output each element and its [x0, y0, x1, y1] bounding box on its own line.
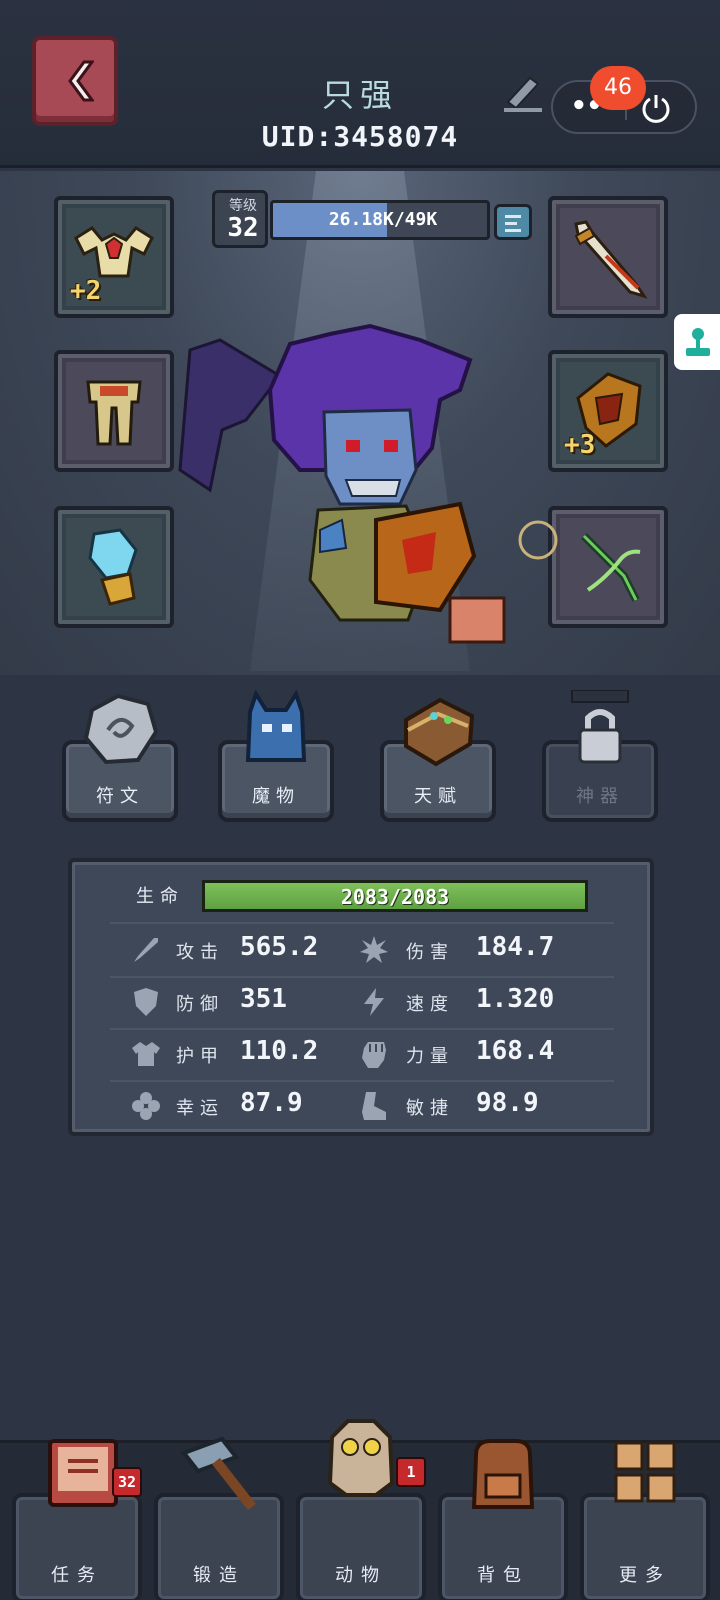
equipment-slot-legs[interactable]	[54, 350, 174, 472]
equipment-slot-helmet[interactable]: +3	[548, 350, 668, 472]
edit-name-icon[interactable]	[500, 68, 546, 114]
tab-label: 符文	[96, 786, 144, 807]
nav-label: 背包	[477, 1565, 529, 1586]
player-uid: UID:3458074	[261, 120, 459, 153]
stat-luck-label: 幸运	[176, 1098, 224, 1119]
grid-more-icon	[614, 1441, 676, 1503]
stat-agility-value: 98.9	[476, 1088, 539, 1118]
crossbow-icon	[581, 533, 641, 602]
upgrade-level: +3	[564, 430, 596, 460]
crystal-gauntlet-icon	[88, 528, 138, 606]
boot-icon	[362, 1092, 386, 1120]
stat-attack-label: 攻击	[176, 942, 224, 963]
stat-attack-value: 565.2	[240, 932, 319, 962]
level-label: 等级	[229, 198, 257, 214]
notification-badge: 46	[590, 66, 646, 110]
row-divider	[110, 976, 614, 978]
row-divider	[110, 922, 614, 924]
side-floating-button[interactable]	[674, 314, 720, 370]
stat-agility-label: 敏捷	[406, 1098, 454, 1119]
stat-defense-value: 351	[240, 984, 287, 1014]
lock-icon	[571, 690, 629, 764]
shield-icon	[134, 988, 158, 1016]
level-details-button[interactable]	[494, 204, 532, 240]
stats-panel: 生命 2083/2083 攻击 565.2 伤害 184.7 防御 351 速度…	[68, 858, 654, 1136]
menu-line	[505, 229, 521, 232]
stat-defense-label: 防御	[176, 994, 224, 1015]
stat-damage-value: 184.7	[476, 932, 555, 962]
hp-text: 2083/2083	[340, 885, 450, 909]
equipment-slot-weapon[interactable]	[548, 196, 668, 318]
feature-tabs: 符文 魔物 天赋 神器	[0, 690, 720, 840]
target-ring-icon	[518, 520, 558, 560]
sword-icon	[574, 220, 648, 299]
lightning-icon	[364, 988, 384, 1016]
stat-speed-label: 速度	[406, 994, 454, 1015]
leg-armor-icon	[86, 380, 142, 446]
owl-icon	[327, 1419, 395, 1497]
clover-icon	[132, 1092, 160, 1120]
animal-count-badge: 1	[396, 1457, 426, 1487]
chevron-left-icon	[68, 60, 94, 102]
menu-line	[505, 215, 521, 218]
fist-icon	[362, 1042, 386, 1068]
character-sprite	[178, 323, 506, 644]
player-name: 只强	[321, 76, 398, 114]
monster-icon	[245, 690, 307, 762]
tab-label: 天赋	[414, 786, 462, 807]
nav-label: 锻造	[193, 1565, 245, 1586]
joystick-icon	[686, 328, 710, 356]
row-divider	[110, 1028, 614, 1030]
hammer-icon	[180, 1436, 256, 1511]
hp-label: 生命	[136, 886, 184, 907]
row-divider	[110, 1080, 614, 1082]
nav-animals[interactable]: 动物	[296, 1493, 426, 1600]
burst-icon	[360, 936, 388, 963]
quest-count-badge: 32	[112, 1467, 142, 1497]
stat-luck-value: 87.9	[240, 1088, 303, 1118]
stat-armor-value: 110.2	[240, 1036, 319, 1066]
stat-strength-value: 168.4	[476, 1036, 555, 1066]
hp-bar: 2083/2083	[202, 880, 588, 912]
tab-label: 魔物	[252, 786, 300, 807]
level-value: 32	[227, 213, 259, 243]
nav-label: 任务	[51, 1565, 103, 1586]
xp-text: 26.18K/49K	[328, 209, 438, 230]
nav-label: 更多	[619, 1565, 671, 1586]
back-button[interactable]	[32, 36, 118, 126]
bottom-navigation: 任务 锻造 动物 背包 更多 32 1	[0, 1419, 720, 1600]
stat-armor-label: 护甲	[176, 1046, 224, 1067]
sword-icon	[134, 938, 158, 962]
stat-damage-label: 伤害	[406, 942, 454, 963]
armor-icon	[132, 1042, 160, 1066]
stat-speed-value: 1.320	[476, 984, 555, 1014]
talent-book-icon	[404, 697, 475, 767]
upgrade-level: +2	[70, 276, 102, 306]
level-box: 等级 32	[212, 190, 268, 248]
equipment-slot-gauntlet[interactable]	[54, 506, 174, 628]
nav-label: 动物	[335, 1565, 387, 1586]
xp-progress-bar: 26.18K/49K	[270, 200, 490, 240]
equipment-slot-shoulder[interactable]: +2	[54, 196, 174, 318]
stat-strength-label: 力量	[406, 1046, 454, 1067]
backpack-icon	[471, 1439, 535, 1509]
menu-line	[505, 222, 517, 225]
top-bar: 只强 UID:3458074 ••• 46	[0, 0, 720, 168]
rune-stone-icon	[83, 693, 159, 765]
equipment-slot-crossbow[interactable]	[548, 506, 668, 628]
tab-label: 神器	[576, 786, 624, 807]
